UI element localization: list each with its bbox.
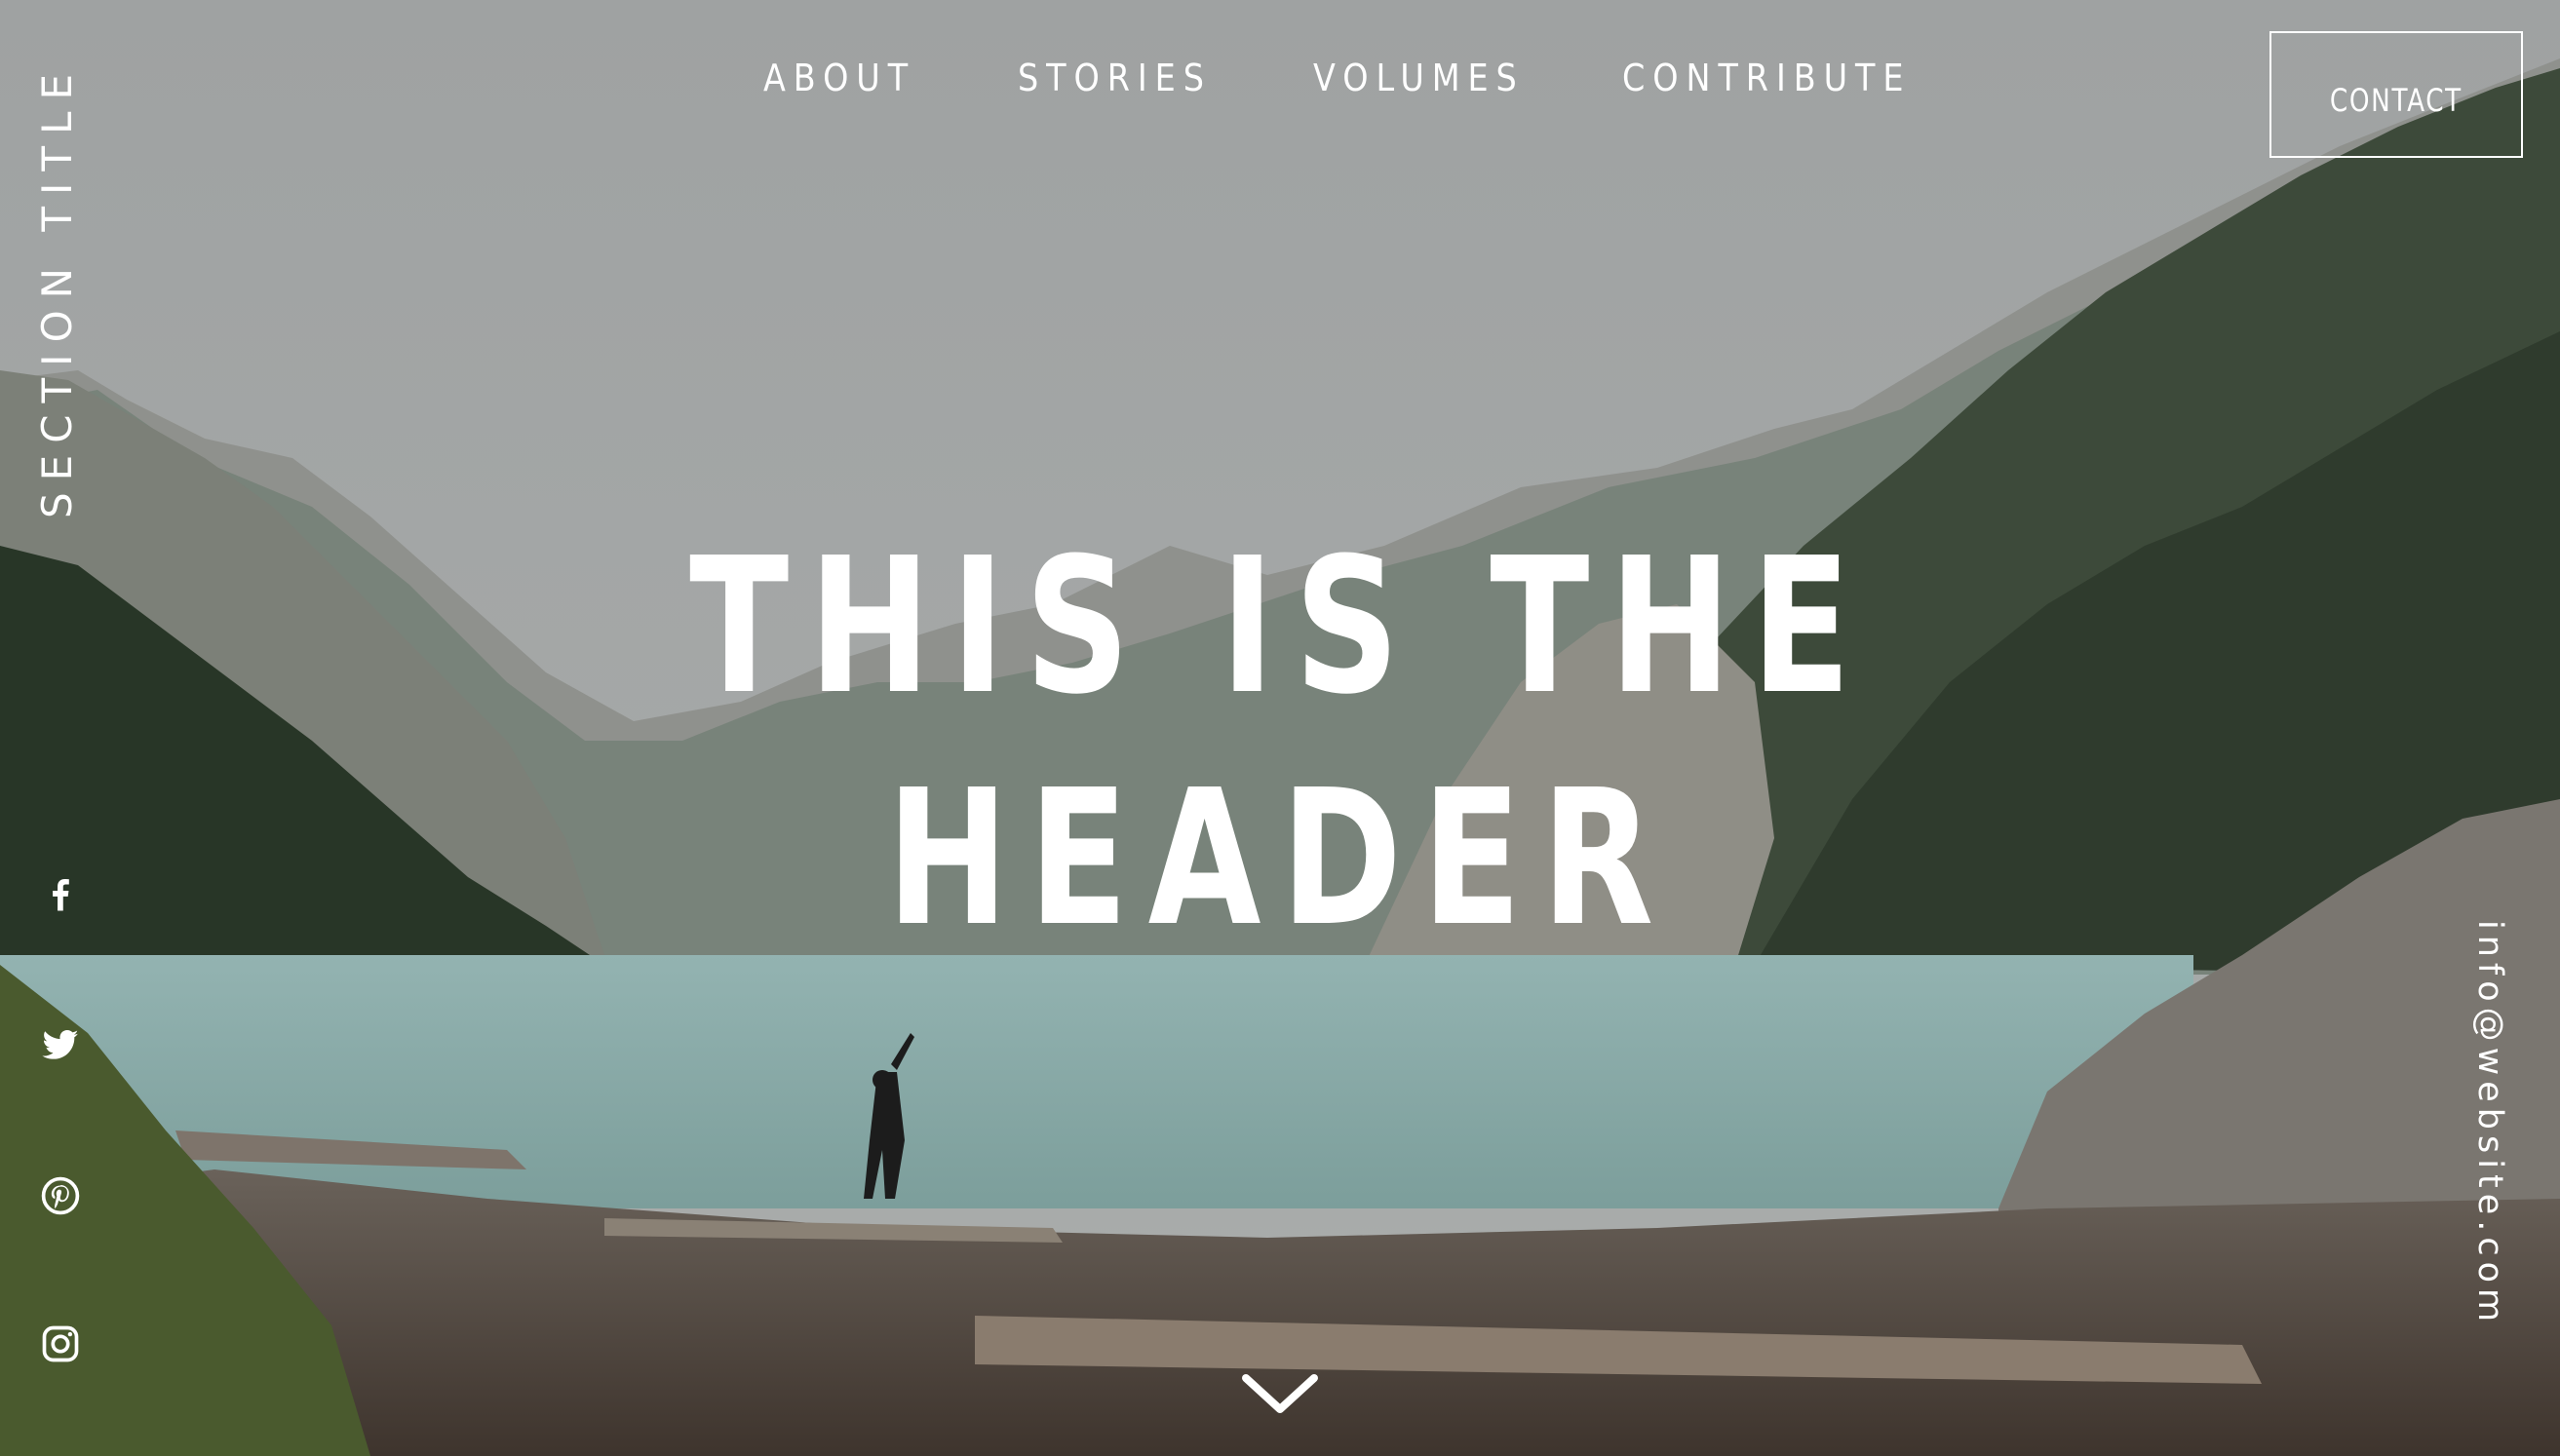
main-navigation: ABOUT STORIES VOLUMES CONTRIBUTE [0,57,2560,115]
hero-headline-line2: HEADER [886,750,1674,968]
hero-section: ABOUT STORIES VOLUMES CONTRIBUTE CONTACT… [0,0,2560,1456]
instagram-icon[interactable] [39,1322,82,1365]
contact-button[interactable]: CONTACT [2269,31,2523,158]
facebook-icon[interactable] [39,873,82,916]
nav-link-about[interactable]: ABOUT [763,57,915,99]
hero-headline: THIS IS THE HEADER [0,512,2560,976]
social-links [39,0,82,1456]
nav-link-volumes[interactable]: VOLUMES [1313,57,1525,99]
twitter-icon[interactable] [39,1023,82,1066]
pinterest-icon[interactable] [39,1174,82,1217]
nav-link-stories[interactable]: STORIES [1018,57,1212,99]
chevron-down-icon[interactable] [1238,1366,1322,1421]
hero-headline-line1: THIS IS THE [689,518,1871,736]
email-link[interactable]: info@website.com [2470,920,2509,1327]
contact-button-label: CONTACT [2330,82,2463,119]
nav-link-contribute[interactable]: CONTRIBUTE [1622,57,1911,99]
